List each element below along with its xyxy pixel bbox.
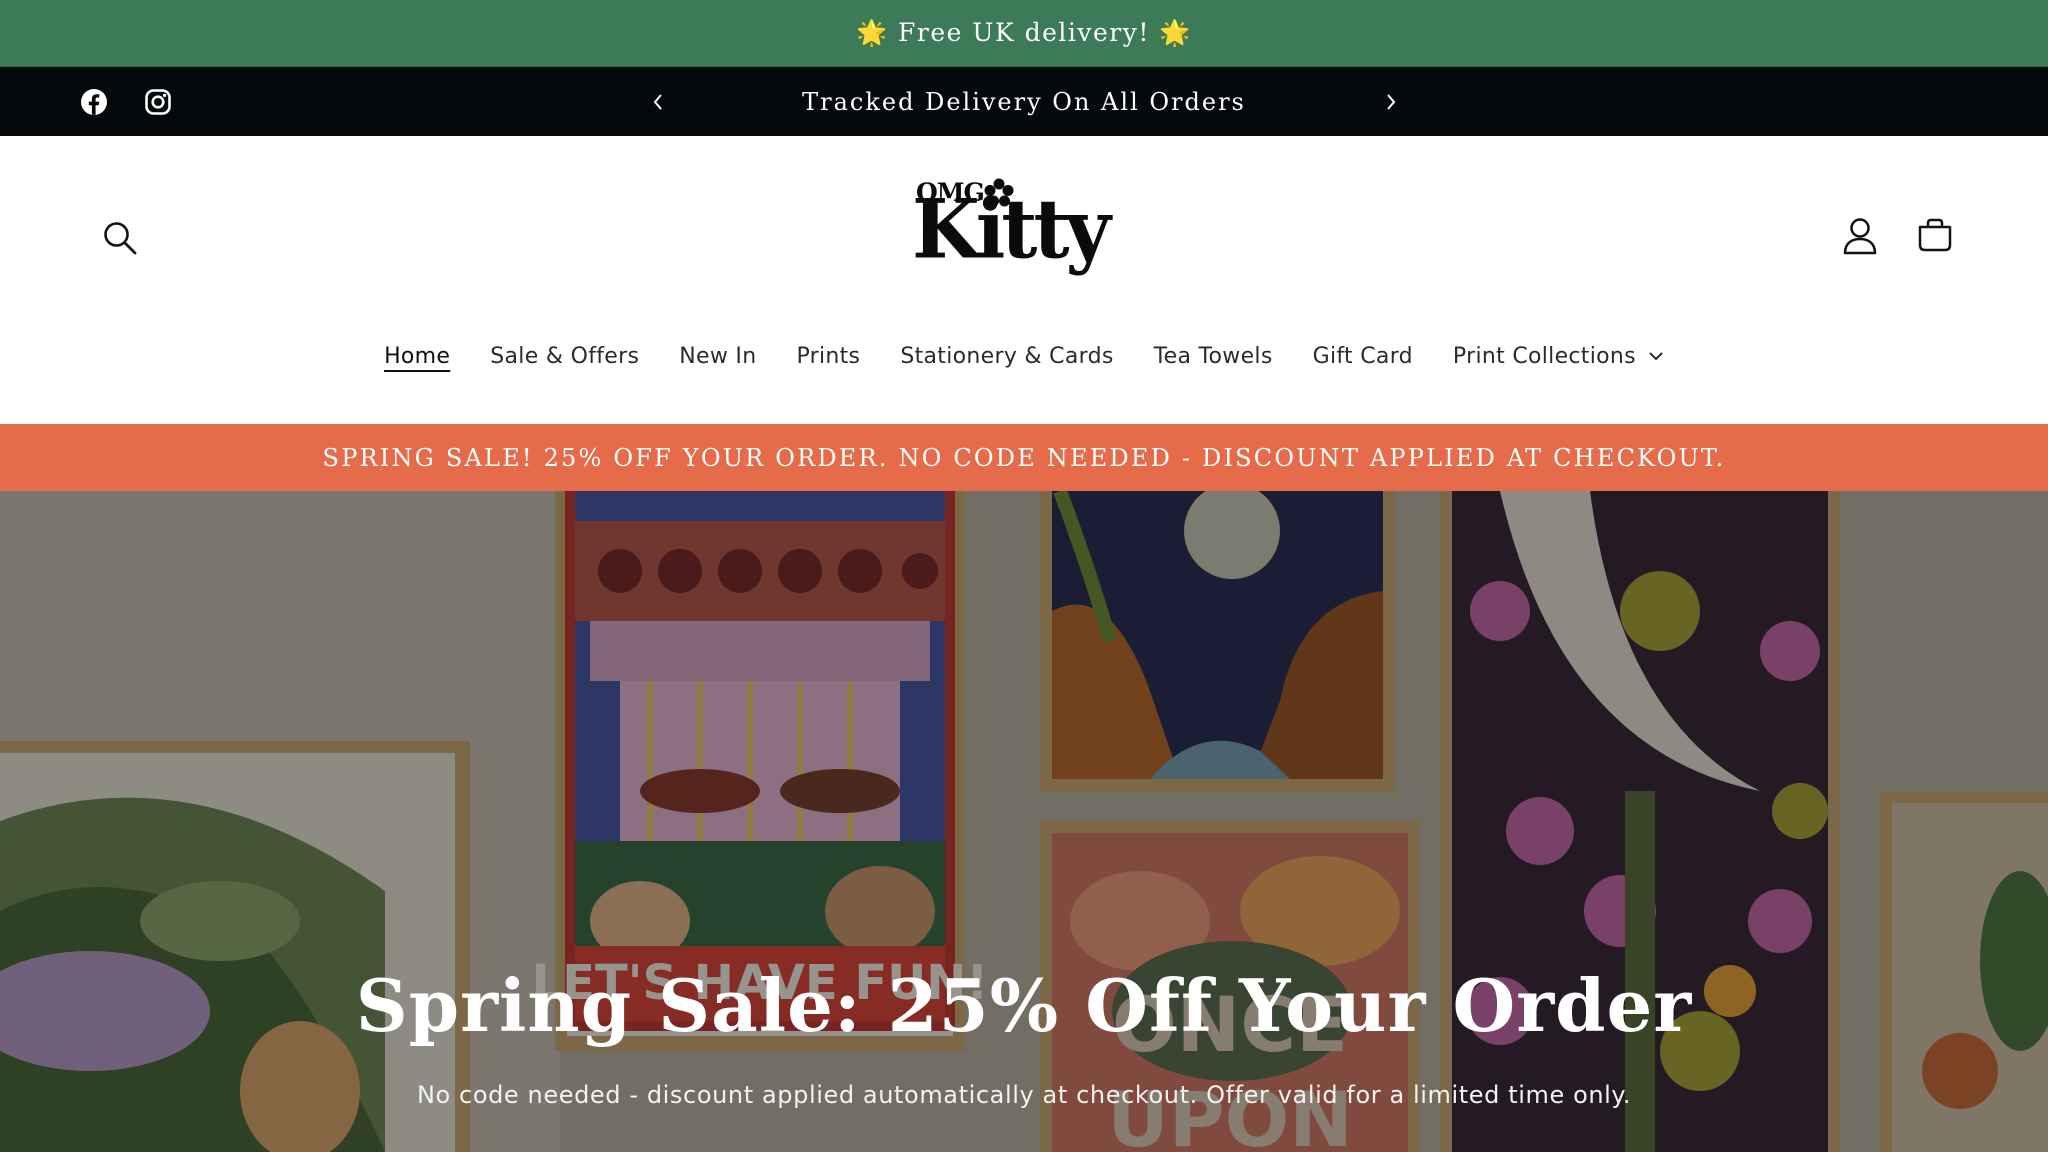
hero-title: Spring Sale: 25% Off Your Order [355,963,1693,1048]
announcement-text: 🌟 Free UK delivery! 🌟 [855,18,1192,47]
facebook-icon[interactable] [80,67,108,136]
site-header: OMG Kitty Home Sale & Offers New In Prin… [0,136,2048,424]
logo-kitty-text: Kitty [912,182,1111,278]
cart-icon[interactable] [1912,212,1958,258]
nav-item-print-collections[interactable]: Print Collections [1433,336,1684,376]
nav-item-gift-card[interactable]: Gift Card [1293,336,1433,376]
hero-banner: LET'S HAVE FUN! ONCE UPON Spring Sale: 2… [0,491,2048,1152]
instagram-icon[interactable] [144,67,172,136]
previous-announcement-button[interactable] [643,67,673,136]
announcement-bar: 🌟 Free UK delivery! 🌟 [0,0,2048,67]
chevron-down-icon [1648,351,1664,361]
nav-item-new-in[interactable]: New In [659,336,776,376]
nav-item-home[interactable]: Home [364,336,470,376]
nav-item-stationery-cards[interactable]: Stationery & Cards [880,336,1133,376]
hero-subtitle: No code needed - discount applied automa… [416,1081,1632,1109]
nav-item-prints[interactable]: Prints [776,336,880,376]
site-logo[interactable]: OMG Kitty [908,178,1140,288]
sale-banner-text: SPRING SALE! 25% OFF YOUR ORDER. NO CODE… [322,443,1726,472]
chevron-left-icon [653,93,662,110]
main-navigation: Home Sale & Offers New In Prints Station… [0,336,2048,376]
nav-item-tea-towels[interactable]: Tea Towels [1134,336,1293,376]
search-icon[interactable] [98,216,142,260]
hero-overlay [0,491,2048,1152]
utility-bar: Tracked Delivery On All Orders [0,67,2048,136]
nav-item-sale-offers[interactable]: Sale & Offers [470,336,659,376]
chevron-right-icon [1387,93,1396,110]
next-announcement-button[interactable] [1376,67,1406,136]
account-icon[interactable] [1838,214,1882,258]
sale-banner: SPRING SALE! 25% OFF YOUR ORDER. NO CODE… [0,424,2048,491]
announcement-message: Tracked Delivery On All Orders [802,87,1246,116]
